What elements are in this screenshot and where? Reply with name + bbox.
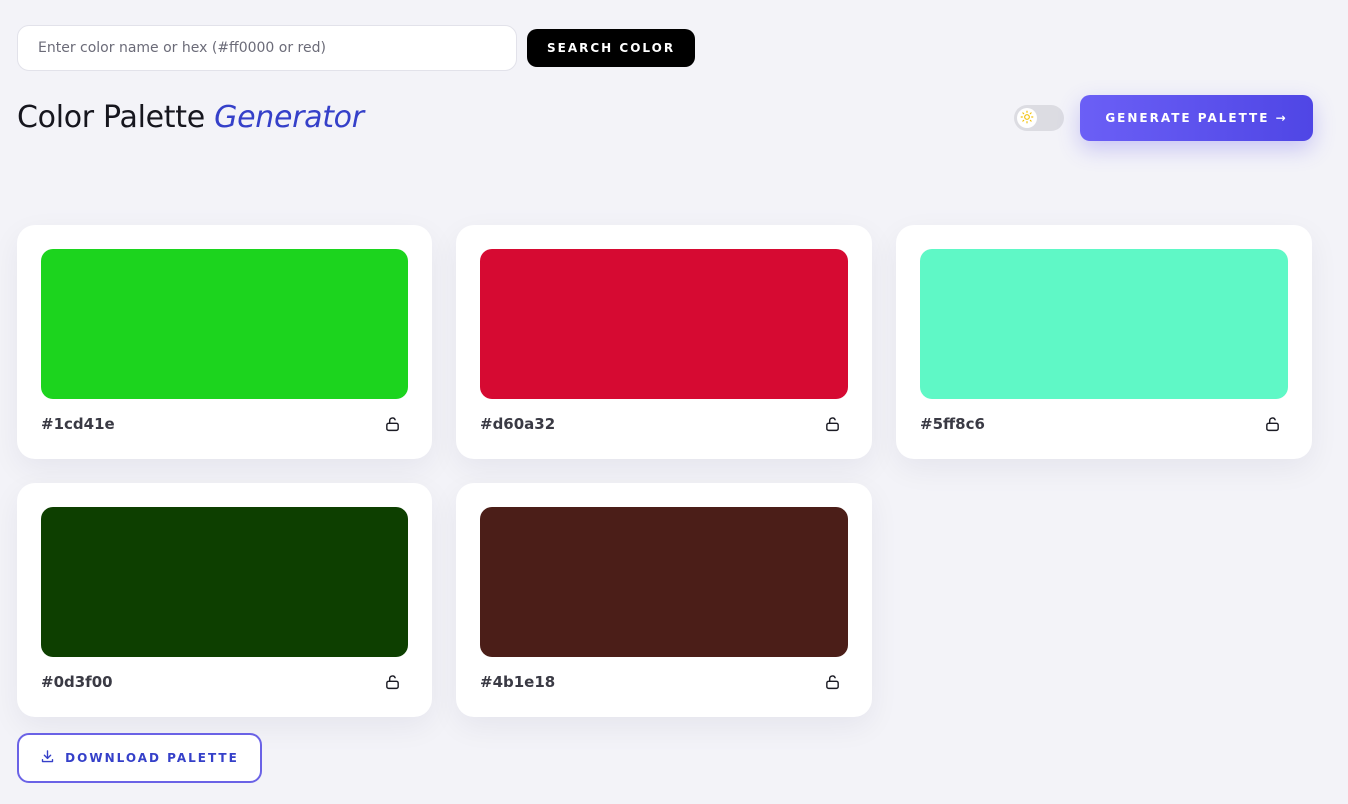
sun-icon [1020, 109, 1034, 128]
card-footer: #1cd41e [41, 413, 408, 435]
card-footer: #d60a32 [480, 413, 848, 435]
color-card: #0d3f00 [17, 483, 432, 717]
color-card: #5ff8c6 [896, 225, 1312, 459]
hex-code[interactable]: #4b1e18 [480, 673, 555, 691]
color-swatch[interactable] [480, 249, 848, 399]
color-swatch[interactable] [920, 249, 1288, 399]
hex-code[interactable]: #d60a32 [480, 415, 555, 433]
page-title: Color Palette Generator [17, 100, 364, 135]
unlock-icon[interactable] [382, 671, 402, 693]
unlock-icon[interactable] [822, 671, 842, 693]
palette-grid: #1cd41e #d60a32 #5ff8c6 #0d3f00 #4b1e18 [17, 225, 1313, 717]
download-palette-button[interactable]: DOWNLOAD PALETTE [17, 733, 262, 783]
color-swatch[interactable] [480, 507, 848, 657]
card-footer: #5ff8c6 [920, 413, 1288, 435]
color-card: #d60a32 [456, 225, 872, 459]
unlock-icon[interactable] [822, 413, 842, 435]
page-title-main: Color Palette [17, 100, 205, 135]
unlock-icon[interactable] [1262, 413, 1282, 435]
color-swatch[interactable] [41, 249, 408, 399]
download-palette-label: DOWNLOAD PALETTE [65, 751, 239, 765]
card-footer: #0d3f00 [41, 671, 408, 693]
search-color-button[interactable]: SEARCH COLOR [527, 29, 696, 67]
theme-toggle[interactable] [1014, 105, 1064, 131]
page-title-accent: Generator [214, 100, 364, 135]
generate-palette-button[interactable]: GENERATE PALETTE → [1080, 95, 1313, 141]
color-swatch[interactable] [41, 507, 408, 657]
hex-code[interactable]: #0d3f00 [41, 673, 113, 691]
hex-code[interactable]: #5ff8c6 [920, 415, 985, 433]
unlock-icon[interactable] [382, 413, 402, 435]
color-card: #4b1e18 [456, 483, 872, 717]
toggle-knob [1017, 108, 1037, 128]
color-card: #1cd41e [17, 225, 432, 459]
color-search-input[interactable] [17, 25, 517, 71]
download-icon [40, 749, 55, 767]
hex-code[interactable]: #1cd41e [41, 415, 115, 433]
card-footer: #4b1e18 [480, 671, 848, 693]
search-row: SEARCH COLOR [17, 25, 696, 71]
